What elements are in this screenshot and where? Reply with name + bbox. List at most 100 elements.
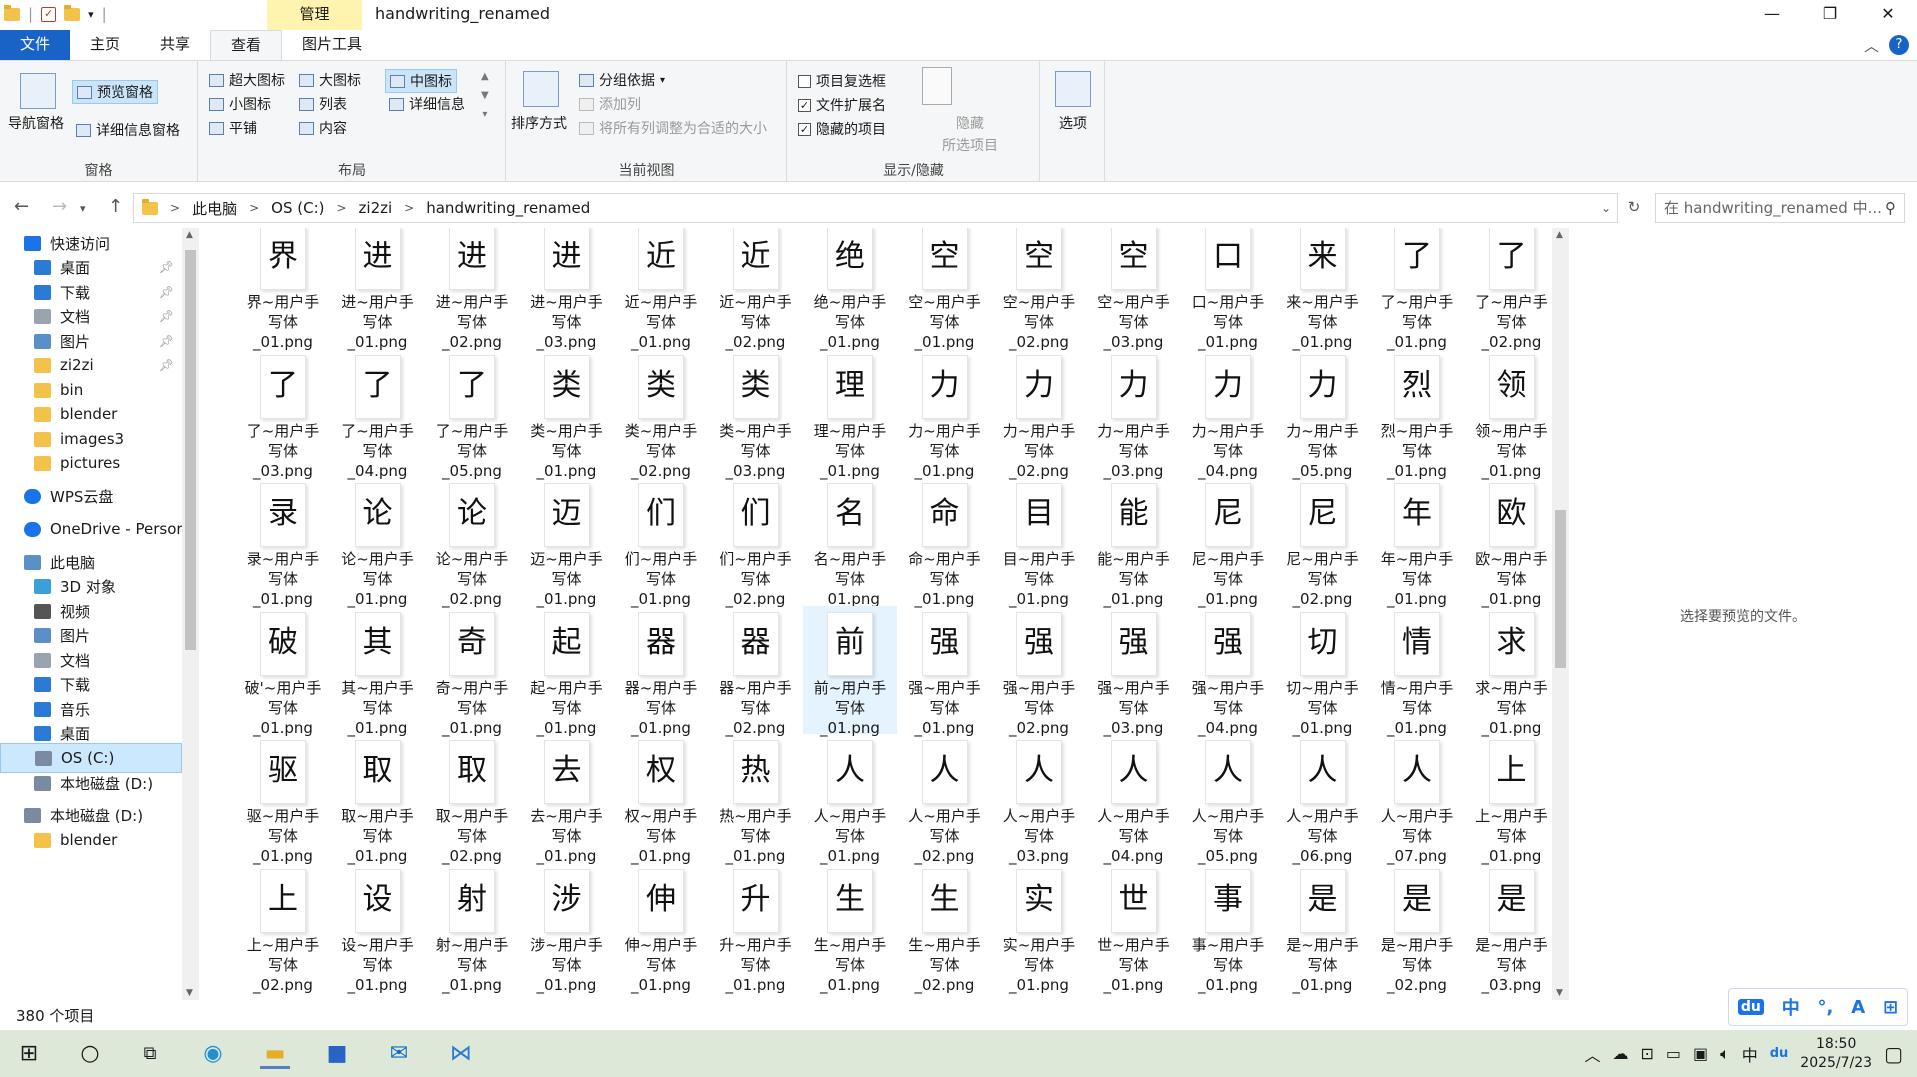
file-item[interactable]: 力力~用户手 写体 _04.png xyxy=(1181,349,1275,480)
file-item[interactable]: 取取~用户手 写体 _02.png xyxy=(425,734,519,865)
scroll-up-icon[interactable]: ▲ xyxy=(186,230,193,240)
file-item[interactable]: 人人~用户手 写体 _07.png xyxy=(1370,734,1464,865)
file-item[interactable]: 人人~用户手 写体 _04.png xyxy=(1087,734,1181,865)
minimize-button[interactable]: — xyxy=(1743,0,1801,30)
ime-menu-icon[interactable]: ⊞ xyxy=(1883,997,1898,1018)
file-item[interactable]: 奇奇~用户手 写体 _01.png xyxy=(425,606,519,737)
file-item[interactable]: 近近~用户手 写体 _02.png xyxy=(709,228,803,351)
breadcrumb-this-pc[interactable]: 此电脑 xyxy=(192,198,237,219)
file-item[interactable]: 去去~用户手 写体 _01.png xyxy=(520,734,614,865)
qat-dropdown-icon[interactable]: ▾ xyxy=(88,8,94,21)
ime-punctuation[interactable]: °, xyxy=(1818,997,1834,1018)
file-item[interactable]: 欧欧~用户手 写体 _01.png xyxy=(1465,477,1559,608)
file-item[interactable]: 升升~用户手 写体 _01.png xyxy=(709,863,803,994)
file-item[interactable]: 力力~用户手 写体 _01.png xyxy=(898,349,992,480)
fit-columns-button[interactable]: 将所有列调整为合适的大小 xyxy=(579,118,767,138)
hidden-items-toggle[interactable]: ✓ 隐藏的项目 xyxy=(798,119,886,139)
file-item[interactable]: 实实~用户手 写体 _01.png xyxy=(992,863,1086,994)
file-item[interactable]: 是是~用户手 写体 _03.png xyxy=(1465,863,1559,994)
show-hidden-icons-icon[interactable]: ︿ xyxy=(1584,1042,1600,1066)
chevron-up-icon[interactable]: ▲ xyxy=(481,71,489,82)
file-item[interactable]: 来来~用户手 写体 _01.png xyxy=(1276,228,1370,351)
layout-medium-icons[interactable]: 中图标 xyxy=(385,69,457,93)
file-item[interactable]: 取取~用户手 写体 _01.png xyxy=(331,734,425,865)
file-item[interactable]: 们们~用户手 写体 _01.png xyxy=(614,477,708,608)
file-list-scrollbar[interactable]: ▲ ▼ xyxy=(1552,228,1569,1000)
file-item[interactable]: 界界~用户手 写体 _01.png xyxy=(236,228,330,351)
file-explorer-icon[interactable]: ▬ xyxy=(260,1039,290,1069)
file-item[interactable]: 器器~用户手 写体 _02.png xyxy=(709,606,803,737)
file-item[interactable]: 涉涉~用户手 写体 _01.png xyxy=(520,863,614,994)
back-arrow-icon[interactable]: ← xyxy=(14,196,29,217)
tab-view[interactable]: 查看 xyxy=(210,30,283,60)
layout-scroll-arrows[interactable]: ▲ ▼ ▾ xyxy=(481,71,489,120)
layout-small-icons[interactable]: 小图标 xyxy=(209,94,271,114)
layout-list[interactable]: 列表 xyxy=(299,94,347,114)
sort-by-button[interactable]: 排序方式 xyxy=(511,113,567,133)
file-item[interactable]: 人人~用户手 写体 _01.png xyxy=(803,734,897,865)
file-item[interactable]: 空空~用户手 写体 _01.png xyxy=(898,228,992,351)
file-item[interactable]: 口口~用户手 写体 _01.png xyxy=(1181,228,1275,351)
file-item[interactable]: 起起~用户手 写体 _01.png xyxy=(520,606,614,737)
chevron-down-icon[interactable]: ▼ xyxy=(481,90,489,101)
file-item[interactable]: 类类~用户手 写体 _01.png xyxy=(520,349,614,480)
file-item[interactable]: 了了~用户手 写体 _04.png xyxy=(331,349,425,480)
file-item[interactable]: 生生~用户手 写体 _02.png xyxy=(898,863,992,994)
file-item[interactable]: 人人~用户手 写体 _05.png xyxy=(1181,734,1275,865)
address-dropdown-icon[interactable]: ⌄ xyxy=(1601,201,1611,215)
sidebar-item[interactable]: blender xyxy=(0,825,182,855)
file-item[interactable]: 领领~用户手 写体 _01.png xyxy=(1465,349,1559,480)
file-item[interactable]: 力力~用户手 写体 _02.png xyxy=(992,349,1086,480)
navigation-pane-scrollbar[interactable]: ▲ ▼ xyxy=(182,228,199,1000)
file-item[interactable]: 理理~用户手 写体 _01.png xyxy=(803,349,897,480)
file-item[interactable]: 们们~用户手 写体 _02.png xyxy=(709,477,803,608)
scroll-down-icon[interactable]: ▼ xyxy=(1556,988,1563,998)
file-item[interactable]: 能能~用户手 写体 _01.png xyxy=(1087,477,1181,608)
chevron-right-icon[interactable]: > xyxy=(249,201,259,215)
baidu-ime-icon[interactable]: du xyxy=(1770,1046,1789,1061)
task-view-icon[interactable]: ⧉ xyxy=(135,1039,165,1069)
file-item[interactable]: 力力~用户手 写体 _03.png xyxy=(1087,349,1181,480)
file-item[interactable]: 权权~用户手 写体 _01.png xyxy=(614,734,708,865)
sidebar-item[interactable]: OneDrive - Persor xyxy=(0,514,182,544)
help-icon[interactable]: ? xyxy=(1889,35,1909,55)
file-item[interactable]: 了了~用户手 写体 _03.png xyxy=(236,349,330,480)
add-column-button[interactable]: 添加列 xyxy=(579,94,641,114)
tab-share[interactable]: 共享 xyxy=(140,30,210,60)
file-item[interactable]: 破破'~用户手 写体 _01.png xyxy=(236,606,330,737)
scrollbar-thumb[interactable] xyxy=(1555,510,1566,668)
vscode-icon[interactable]: ⋈ xyxy=(446,1039,476,1069)
new-folder-icon[interactable] xyxy=(64,4,81,21)
scrollbar-thumb[interactable] xyxy=(185,250,196,650)
battery-icon[interactable]: ▭ xyxy=(1666,1044,1681,1063)
properties-icon[interactable]: ✓ xyxy=(41,6,57,22)
breadcrumb-handwriting-renamed[interactable]: handwriting_renamed xyxy=(426,199,590,217)
search-icon[interactable]: ○ xyxy=(75,1039,105,1069)
up-arrow-icon[interactable]: ↑ xyxy=(108,196,123,217)
search-input[interactable]: 在 handwriting_renamed 中... ⚲ xyxy=(1655,193,1905,223)
layout-content[interactable]: 内容 xyxy=(299,118,347,138)
file-item[interactable]: 强强~用户手 写体 _03.png xyxy=(1087,606,1181,737)
address-bar[interactable]: > 此电脑 > OS (C:) > zi2zi > handwriting_re… xyxy=(133,193,1618,223)
file-item[interactable]: 空空~用户手 写体 _02.png xyxy=(992,228,1086,351)
hide-selected-button[interactable]: 隐藏 所选项目 xyxy=(942,113,998,155)
layout-large-icons[interactable]: 大图标 xyxy=(299,70,361,90)
file-item[interactable]: 其其~用户手 写体 _01.png xyxy=(331,606,425,737)
preview-pane-button[interactable]: 预览窗格 xyxy=(72,80,158,104)
file-item[interactable]: 目目~用户手 写体 _01.png xyxy=(992,477,1086,608)
file-item[interactable]: 录录~用户手 写体 _01.png xyxy=(236,477,330,608)
notification-center-icon[interactable]: ▢ xyxy=(1884,1042,1903,1066)
file-item[interactable]: 进进~用户手 写体 _01.png xyxy=(331,228,425,351)
sort-by-icon[interactable] xyxy=(523,71,559,107)
layout-details[interactable]: 详细信息 xyxy=(389,94,465,114)
file-item[interactable]: 事事~用户手 写体 _01.png xyxy=(1181,863,1275,994)
file-item[interactable]: 生生~用户手 写体 _01.png xyxy=(803,863,897,994)
file-item[interactable]: 求求~用户手 写体 _01.png xyxy=(1465,606,1559,737)
display-icon[interactable]: ▣ xyxy=(1693,1044,1708,1063)
navigation-pane-icon[interactable] xyxy=(20,73,56,109)
sidebar-item[interactable]: pictures xyxy=(0,448,182,478)
scroll-down-icon[interactable]: ▼ xyxy=(186,988,193,998)
file-item[interactable]: 类类~用户手 写体 _03.png xyxy=(709,349,803,480)
manage-contextual-tab[interactable]: 管理 xyxy=(267,0,362,30)
file-item[interactable]: 绝绝~用户手 写体 _01.png xyxy=(803,228,897,351)
